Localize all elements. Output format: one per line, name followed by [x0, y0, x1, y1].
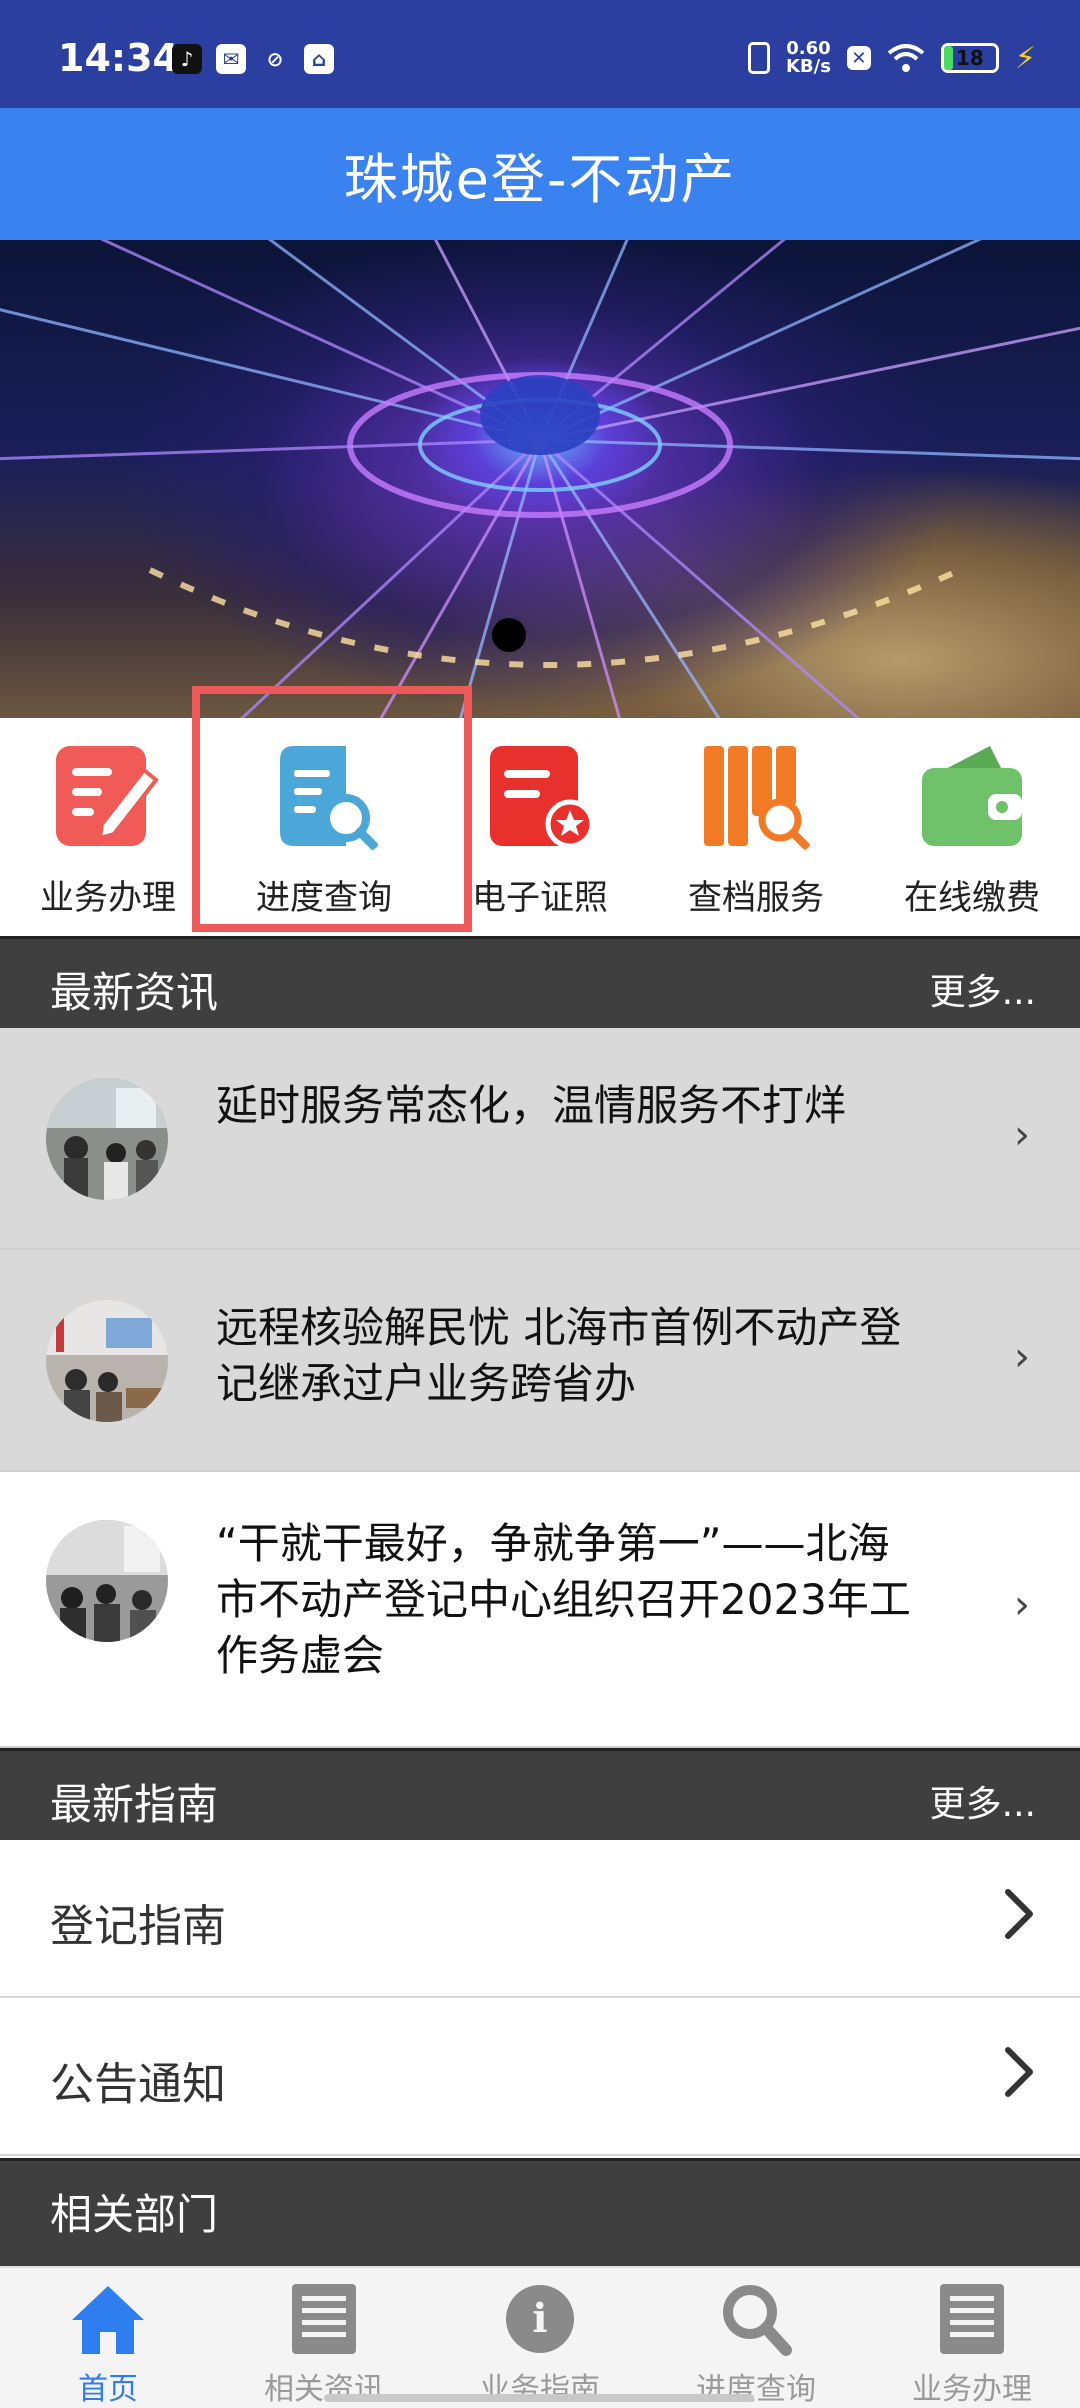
news-section-header: 最新资讯 更多... — [0, 936, 1080, 1028]
svg-text:i: i — [532, 2295, 547, 2342]
mail-icon: ✉ — [216, 44, 246, 74]
quick-menu: 业务办理 进度查询 电子证照 查档服务 在线缴费 — [0, 718, 1080, 936]
charging-icon: ⚡ — [1014, 40, 1036, 76]
notification-icons: ♪ ✉ ⊘ ⌂ — [172, 44, 334, 74]
news-item[interactable]: 延时服务常态化，温情服务不打烊 › — [0, 1028, 1080, 1250]
chevron-right-icon: › — [1014, 1334, 1030, 1380]
x-icon: ✕ — [846, 46, 871, 70]
network-speed: 0.60 KB/s — [786, 40, 831, 76]
wallet-icon — [922, 746, 1022, 846]
nav-label: 首页 — [78, 2372, 138, 2407]
banner-image — [0, 240, 1080, 718]
wifi-icon — [887, 44, 925, 72]
news-section-title: 最新资讯 — [50, 968, 219, 1017]
quick-menu-label: 在线缴费 — [904, 878, 1040, 918]
chevron-right-icon: › — [1014, 1112, 1030, 1158]
news-thumbnail — [46, 1078, 168, 1200]
battery-level: 18 — [956, 46, 984, 70]
tiktok-icon: ♪ — [172, 44, 202, 74]
search-icon — [723, 2285, 792, 2356]
document-icon — [940, 2284, 1004, 2354]
home-indicator — [324, 2394, 754, 2402]
status-time: 14:34 — [58, 36, 179, 80]
news-thumbnail — [46, 1300, 168, 1422]
guide-item-notices[interactable]: 公告通知 — [0, 1998, 1080, 2156]
home-icon — [72, 2286, 144, 2354]
battery-icon: 18 — [940, 43, 999, 73]
guide-item-label: 登记指南 — [50, 1901, 226, 1952]
quick-menu-archive[interactable]: 查档服务 — [648, 718, 864, 936]
carousel-indicator[interactable] — [492, 618, 526, 652]
nav-progress[interactable]: 进度查询 — [648, 2268, 864, 2408]
nav-guide[interactable]: i 业务指南 — [432, 2268, 648, 2408]
highlight-box — [192, 686, 472, 932]
app-icon: ⌂ — [304, 44, 334, 74]
news-item[interactable]: 远程核验解民忧 北海市首例不动产登记继承过户业务跨省办 › — [0, 1250, 1080, 1472]
guide-section-title: 最新指南 — [50, 1780, 219, 1829]
banner-carousel[interactable] — [0, 240, 1080, 718]
chevron-right-icon — [1005, 2047, 1033, 2097]
news-title: “干就干最好，争就争第一”——北海市不动产登记中心组织召开2023年工作务虚会 — [216, 1519, 911, 1680]
chevron-right-icon — [1005, 1889, 1033, 1939]
vibrate-icon — [747, 42, 770, 74]
news-icon — [292, 2284, 356, 2354]
app-header: 珠城e登-不动产 — [0, 108, 1080, 240]
quick-menu-label: 电子证照 — [472, 878, 608, 918]
quick-menu-business[interactable]: 业务办理 — [0, 718, 216, 936]
guide-section-header: 最新指南 更多... — [0, 1748, 1080, 1840]
link-icon: ⊘ — [266, 47, 284, 71]
departments-section-header: 相关部门 — [0, 2158, 1080, 2266]
news-title: 延时服务常态化，温情服务不打烊 — [216, 1081, 847, 1130]
archive-search-icon — [704, 746, 810, 850]
guide-more-link[interactable]: 更多... — [930, 1775, 1036, 1827]
nav-label: 业务办理 — [912, 2372, 1032, 2407]
nav-business[interactable]: 业务办理 — [864, 2268, 1080, 2408]
nav-home[interactable]: 首页 — [0, 2268, 216, 2408]
quick-menu-label: 查档服务 — [688, 878, 824, 918]
status-bar: 14:34 ♪ ✉ ⊘ ⌂ 0.60 KB/s ✕ 18 ⚡ — [0, 0, 1080, 108]
edit-doc-icon — [56, 746, 159, 846]
quick-menu-payment[interactable]: 在线缴费 — [864, 718, 1080, 936]
nav-news[interactable]: 相关资讯 — [216, 2268, 432, 2408]
certificate-icon — [490, 746, 595, 849]
news-more-link[interactable]: 更多... — [930, 963, 1036, 1015]
bottom-nav: 首页 相关资讯 i 业务指南 进度查询 业务办理 — [0, 2266, 1080, 2408]
quick-menu-label: 业务办理 — [40, 878, 176, 918]
news-title: 远程核验解民忧 北海市首例不动产登记继承过户业务跨省办 — [216, 1303, 902, 1408]
guide-item-registration[interactable]: 登记指南 — [0, 1840, 1080, 1998]
chevron-right-icon: › — [1014, 1582, 1030, 1628]
page-title: 珠城e登-不动产 — [343, 147, 737, 211]
net-speed-unit: KB/s — [785, 56, 831, 77]
news-thumbnail — [46, 1520, 168, 1642]
info-icon: i — [506, 2285, 574, 2353]
system-icons: 0.60 KB/s ✕ 18 ⚡ — [747, 40, 1036, 76]
news-item[interactable]: “干就干最好，争就争第一”——北海市不动产登记中心组织召开2023年工作务虚会 … — [0, 1472, 1080, 1748]
guide-item-label: 公告通知 — [50, 2059, 226, 2110]
departments-section-title: 相关部门 — [50, 2190, 219, 2239]
